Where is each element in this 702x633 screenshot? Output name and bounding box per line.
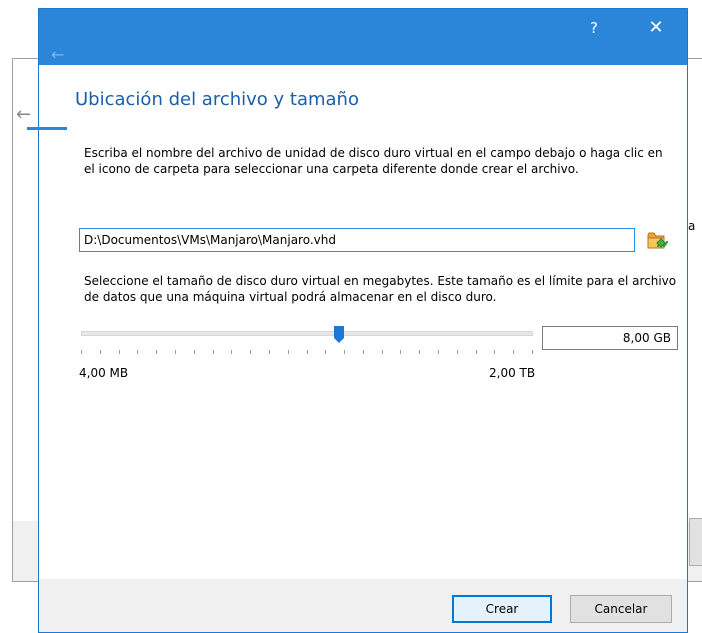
back-arrow-icon[interactable]: ← [51,47,64,63]
page-title: Ubicación del archivo y tamaño [75,89,359,110]
slider-tick [325,350,327,354]
folder-icon[interactable] [647,229,669,251]
slider-tick [362,350,364,354]
slider-tick [494,350,496,354]
slider-tick [193,350,195,354]
slider-max-label: 2,00 TB [489,366,536,380]
slider-tick [212,350,214,354]
slider-tick [400,350,402,354]
slider-tick [344,350,346,354]
slider-tick [118,350,120,354]
slider-tick [438,350,440,354]
slider-tick [306,350,308,354]
background-back-arrow-icon: ← [16,104,32,125]
slider-tick [250,350,252,354]
background-partial-button [689,518,702,566]
slider-tick [532,350,533,354]
slider-tick [137,350,139,354]
cancel-button[interactable]: Cancelar [570,595,672,623]
slider-tick [381,350,383,354]
slider-thumb-icon[interactable] [333,326,344,343]
slider-tick [81,350,82,354]
slider-tick [475,350,477,354]
slider-tick [99,350,101,354]
file-path-input[interactable] [79,228,635,252]
close-icon[interactable]: ✕ [640,14,672,42]
title-bar: ? ✕ ← [39,9,687,65]
slider-min-label: 4,00 MB [79,366,129,380]
slider-tick [174,350,176,354]
slider-tick [513,350,515,354]
size-slider[interactable] [79,321,535,357]
slider-tick [156,350,158,354]
create-button[interactable]: Crear [452,595,552,623]
disk-size-input[interactable] [542,326,678,350]
background-partial-text: a [688,219,696,233]
slider-tick [231,350,233,354]
slider-track[interactable] [81,331,533,336]
file-location-instructions: Escriba el nombre del archivo de unidad … [84,146,663,176]
virtual-disk-dialog: ? ✕ ← Ubicación del archivo y tamaño Esc… [27,8,688,633]
slider-tick [456,350,458,354]
slider-tick [268,350,270,354]
slider-tick [287,350,289,354]
size-instructions: Seleccione el tamaño de disco duro virtu… [84,274,677,304]
title-accent-bar [27,127,67,130]
slider-tick [419,350,421,354]
help-icon[interactable]: ? [581,15,607,41]
